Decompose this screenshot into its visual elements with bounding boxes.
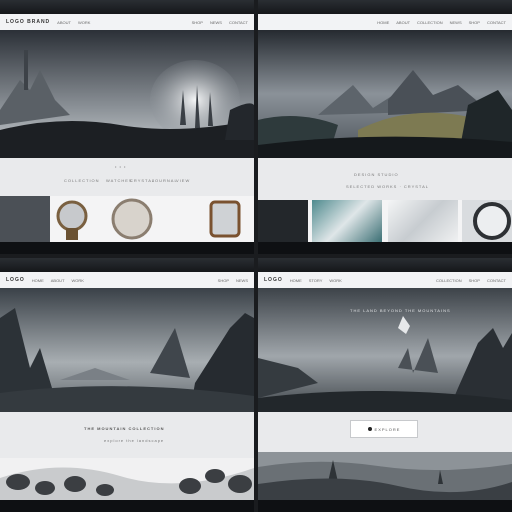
headline: THE MOUNTAIN COLLECTION	[84, 426, 165, 431]
gallery-card-3[interactable]	[388, 200, 458, 242]
watch-image-1[interactable]	[52, 198, 92, 240]
nav-item-work[interactable]: WORK	[329, 278, 341, 283]
nav-item-contact[interactable]: CONTACT	[487, 278, 506, 283]
intro-band: EXPLORE	[258, 412, 512, 452]
hero-misty-landscape	[258, 288, 512, 412]
nav-item-work[interactable]: WORK	[72, 278, 84, 283]
nav-bar: LOGO BRAND ABOUT WORK SHOP NEWS CONTACT	[0, 14, 254, 30]
caption-1: COLLECTION	[64, 178, 100, 183]
nav-bar: LOGO HOME STORY WORK COLLECTION SHOP CON…	[258, 272, 512, 288]
nav-item-news[interactable]: NEWS	[210, 20, 222, 25]
intro-band: THE MOUNTAIN COLLECTION explore the land…	[0, 412, 254, 458]
browser-strip	[0, 0, 254, 14]
brand-logo[interactable]: LOGO	[6, 277, 25, 283]
nav-bar: LOGO HOME ABOUT WORK SHOP NEWS	[0, 272, 254, 288]
headline: DESIGN STUDIO	[354, 172, 399, 177]
nav-item-work[interactable]: WORK	[78, 20, 90, 25]
brand-logo[interactable]: LOGO	[264, 277, 283, 283]
gallery-card-2[interactable]	[312, 200, 382, 242]
gallery-row	[258, 200, 512, 242]
browser-strip	[258, 258, 512, 272]
forest-image	[258, 452, 512, 500]
watch-image-3[interactable]	[205, 198, 245, 240]
nav-item-home[interactable]: HOME	[32, 278, 44, 283]
nav-item-news[interactable]: NEWS	[236, 278, 248, 283]
panel-bottom-left: LOGO HOME ABOUT WORK SHOP NEWS THE MOUNT…	[0, 258, 254, 512]
hero-peaks-landscape	[0, 288, 254, 412]
watch-image-2[interactable]	[108, 198, 156, 240]
caption-5[interactable]: VIEW	[176, 178, 190, 183]
nav-item-shop[interactable]: SHOP	[469, 278, 480, 283]
caption: SELECTED WORKS · CRYSTAL	[346, 184, 429, 189]
hero-fantasy-landscape	[0, 30, 254, 158]
brand-logo[interactable]: LOGO BRAND	[6, 19, 50, 25]
section-dots: • • •	[115, 164, 127, 169]
caption-2: WATCHES	[106, 178, 133, 183]
nav-item-shop[interactable]: SHOP	[192, 20, 203, 25]
subheadline: explore the landscape	[104, 438, 165, 443]
nav-item-about[interactable]: ABOUT	[396, 20, 410, 25]
coins-image	[0, 458, 254, 500]
nav-item-about[interactable]: ABOUT	[51, 278, 65, 283]
product-row	[0, 196, 254, 242]
nav-item-home[interactable]: HOME	[290, 278, 302, 283]
nav-item-collection[interactable]: COLLECTION	[436, 278, 462, 283]
dot-icon	[367, 427, 372, 431]
nav-item-shop[interactable]: SHOP	[218, 278, 229, 283]
nav-item-story[interactable]: STORY	[309, 278, 323, 283]
nav-item-news[interactable]: NEWS	[450, 20, 462, 25]
nav-item-contact[interactable]: CONTACT	[487, 20, 506, 25]
explore-button[interactable]: EXPLORE	[350, 420, 418, 438]
browser-strip	[258, 0, 512, 14]
panel-bottom-right: LOGO HOME STORY WORK COLLECTION SHOP CON…	[258, 258, 512, 512]
nav-item-collection[interactable]: COLLECTION	[417, 20, 443, 25]
nav-bar: HOME ABOUT COLLECTION NEWS SHOP CONTACT	[258, 14, 512, 30]
nav-item-contact[interactable]: CONTACT	[229, 20, 248, 25]
nav-item-about[interactable]: ABOUT	[57, 20, 71, 25]
browser-strip	[0, 258, 254, 272]
hero-mountain-landscape	[258, 30, 512, 158]
watch-image[interactable]	[462, 200, 512, 242]
product-card-crystal[interactable]	[0, 196, 50, 242]
explore-button-label: EXPLORE	[374, 426, 401, 432]
gallery-card-1[interactable]	[258, 200, 308, 242]
nav-item-home[interactable]: HOME	[377, 20, 389, 25]
panel-top-right: HOME ABOUT COLLECTION NEWS SHOP CONTACT …	[258, 0, 512, 254]
caption-4: JOURNAL	[152, 178, 178, 183]
panel-top-left: LOGO BRAND ABOUT WORK SHOP NEWS CONTACT …	[0, 0, 254, 254]
nav-item-shop[interactable]: SHOP	[469, 20, 480, 25]
hero-tagline: THE LAND BEYOND THE MOUNTAINS	[350, 308, 451, 313]
intro-band: DESIGN STUDIO SELECTED WORKS · CRYSTAL	[258, 158, 512, 200]
intro-band: • • • COLLECTION WATCHES CRYSTAL JOURNAL…	[0, 158, 254, 196]
